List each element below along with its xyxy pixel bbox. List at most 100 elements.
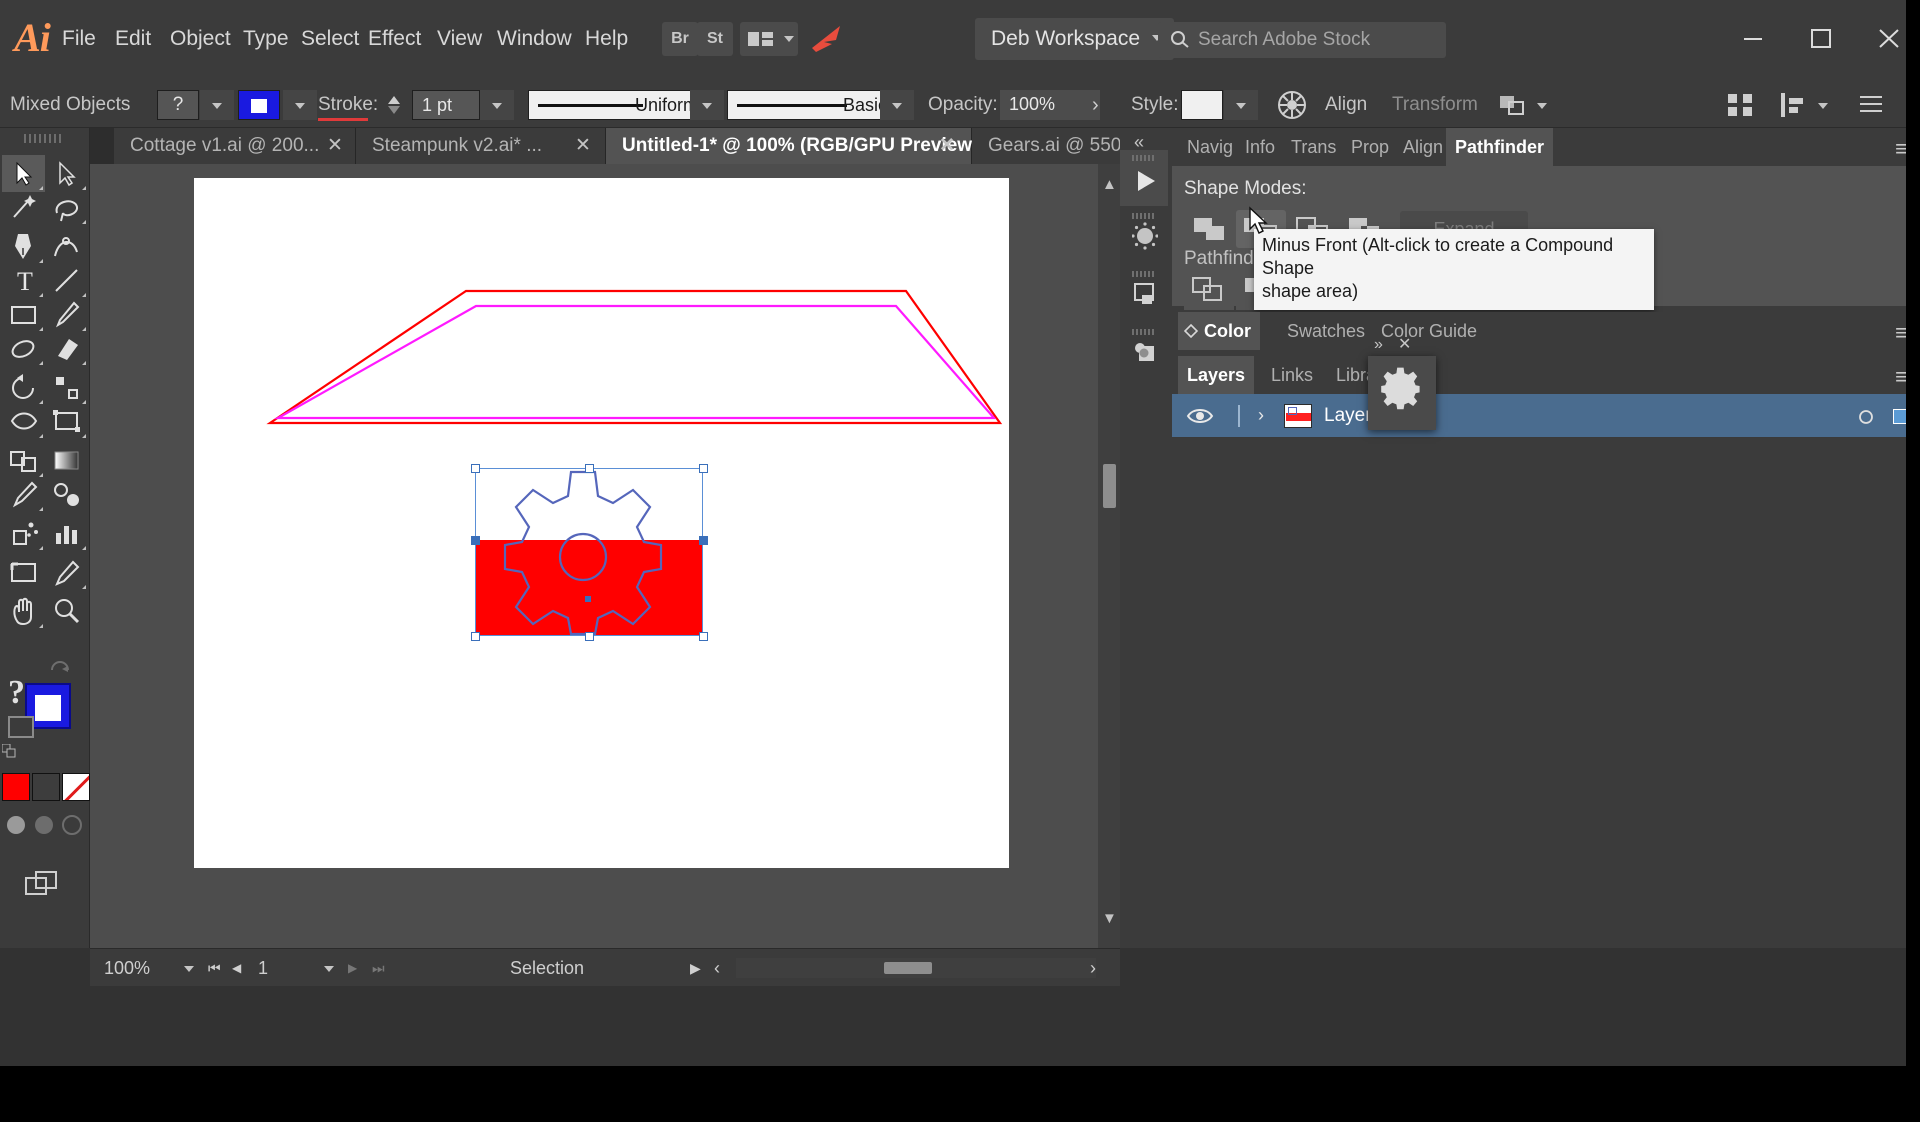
grid-view-icon[interactable] (1725, 91, 1757, 119)
tool-shape-builder[interactable] (2, 442, 45, 479)
last-page-icon[interactable]: ⏭ (372, 949, 385, 987)
lock-column[interactable] (1238, 405, 1240, 427)
stroke-profile-dropdown[interactable] (690, 90, 724, 120)
stroke-dropdown[interactable] (283, 90, 317, 120)
menu-type[interactable]: Type (233, 22, 299, 56)
tab-cottage[interactable]: Cottage v1.ai @ 200... ✕ (114, 128, 356, 164)
control-menu-icon[interactable] (1856, 91, 1886, 117)
canvas-vscroll-thumb[interactable] (1103, 464, 1116, 508)
menu-window[interactable]: Window (487, 22, 582, 56)
tool-free-transform[interactable] (45, 403, 88, 440)
dock-icon-play[interactable] (1120, 150, 1168, 206)
divide-button[interactable] (1184, 272, 1234, 310)
tab-transform[interactable]: Trans (1282, 128, 1345, 166)
scroll-up-arrow[interactable]: ▲ (1102, 177, 1117, 192)
stroke-profile-field[interactable]: Uniform (528, 90, 708, 120)
change-screen-mode-icon[interactable] (48, 658, 72, 682)
menu-file[interactable]: File (52, 22, 106, 56)
bridge-button[interactable]: Br (662, 22, 698, 56)
menu-help[interactable]: Help (575, 22, 638, 56)
table-row[interactable]: › Layer 1 (1172, 394, 1920, 438)
tab-links[interactable]: Links (1262, 356, 1322, 394)
bird-logo-icon[interactable] (806, 18, 848, 58)
tab-swatches[interactable]: Swatches (1278, 312, 1374, 350)
dock-icon-shape-overlap[interactable] (1120, 324, 1168, 380)
popup-expand-icon[interactable]: » (1374, 336, 1383, 354)
canvas-hscroll-thumb[interactable] (884, 962, 932, 974)
tab-steampunk[interactable]: Steampunk v2.ai* ... ✕ (356, 128, 606, 164)
graphic-style-swatch[interactable] (1181, 90, 1223, 120)
stock-search-box[interactable]: Search Adobe Stock (1158, 22, 1446, 58)
first-page-icon[interactable]: ⏮ (208, 949, 221, 987)
handle-tr[interactable] (699, 464, 708, 473)
default-fill-stroke-icon[interactable] (2, 744, 16, 758)
menu-object[interactable]: Object (160, 22, 241, 56)
opacity-flyout-arrow[interactable]: › (1092, 94, 1099, 117)
tool-status-label[interactable]: Selection (510, 949, 584, 987)
align-button[interactable]: Align (1325, 94, 1367, 116)
maximize-button[interactable] (1790, 12, 1852, 64)
tool-type[interactable]: T (2, 262, 45, 299)
fill-dropdown[interactable] (200, 90, 234, 120)
color-mode-none-button[interactable] (62, 773, 90, 801)
recolor-artwork-icon[interactable] (1273, 88, 1311, 122)
minimize-button[interactable] (1722, 12, 1784, 64)
scroll-down-arrow[interactable]: ▼ (1102, 911, 1117, 926)
screen-mode-icon[interactable] (22, 868, 62, 906)
menu-edit[interactable]: Edit (105, 22, 161, 56)
draw-inside-icon[interactable] (60, 813, 84, 837)
tool-blend[interactable] (45, 476, 88, 513)
tab-properties[interactable]: Prop (1342, 128, 1398, 166)
tool-shaper[interactable] (2, 330, 45, 367)
arrange-documents-button[interactable] (740, 22, 798, 56)
tool-eyedropper[interactable] (2, 476, 45, 513)
page-dropdown-icon[interactable] (324, 966, 334, 972)
tool-column-graph[interactable] (45, 515, 88, 552)
eye-icon[interactable] (1186, 405, 1214, 427)
tool-zoom[interactable] (45, 593, 88, 630)
tool-paintbrush[interactable] (45, 296, 88, 333)
hscroll-right-icon[interactable]: › (1090, 949, 1096, 987)
workspace-selector[interactable]: Deb Workspace (975, 18, 1175, 60)
stroke-weight-field[interactable]: 1 pt (412, 90, 480, 120)
hscroll-left-icon[interactable]: ‹ (714, 949, 720, 987)
handle-tc[interactable] (585, 464, 594, 473)
tab-close-icon[interactable]: ✕ (934, 128, 960, 164)
tool-hand[interactable] (2, 593, 45, 630)
handle-br[interactable] (699, 632, 708, 641)
popup-close-icon[interactable]: ✕ (1398, 334, 1411, 354)
tab-pathfinder[interactable]: Pathfinder (1446, 128, 1554, 166)
canvas-hscrollbar[interactable] (736, 958, 1096, 978)
zoom-level[interactable]: 100% (104, 949, 150, 987)
tab-layers[interactable]: Layers (1178, 356, 1255, 394)
expand-layer-icon[interactable]: › (1258, 405, 1264, 426)
tool-pen[interactable] (2, 228, 45, 265)
tool-magic-wand[interactable] (2, 189, 45, 226)
stroke-color-swatch[interactable] (238, 90, 280, 120)
tab-close-icon[interactable]: ✕ (570, 128, 596, 164)
help-glyph[interactable]: ? (8, 674, 25, 712)
tool-scale[interactable] (45, 369, 88, 406)
handle-bl[interactable] (471, 632, 480, 641)
draw-behind-icon[interactable] (32, 813, 56, 837)
artboard[interactable] (194, 178, 1009, 868)
menu-view[interactable]: View (427, 22, 492, 56)
brush-definition-field[interactable]: Basic (727, 90, 897, 120)
transform-button[interactable]: Transform (1392, 94, 1478, 116)
stroke-weight-stepper[interactable] (383, 92, 405, 118)
stroke-weight-dropdown[interactable] (480, 90, 514, 120)
prev-page-icon[interactable]: ◀ (232, 949, 241, 987)
tool-slice[interactable] (45, 554, 88, 591)
dock-icon-sun-burst[interactable] (1120, 208, 1168, 264)
tab-info[interactable]: Info (1236, 128, 1284, 166)
handle-ml[interactable] (471, 536, 480, 545)
unite-button[interactable] (1184, 210, 1234, 248)
selected-object-group[interactable] (471, 464, 708, 641)
tool-lasso[interactable] (45, 189, 88, 226)
fill-proxy-swatch[interactable] (8, 716, 34, 738)
target-circle-icon[interactable] (1858, 409, 1874, 425)
tool-symbol-sprayer[interactable] (2, 515, 45, 552)
tool-curvature[interactable] (45, 228, 88, 265)
tab-navigator[interactable]: Navig (1178, 128, 1242, 166)
tool-direct-selection[interactable] (45, 155, 88, 192)
